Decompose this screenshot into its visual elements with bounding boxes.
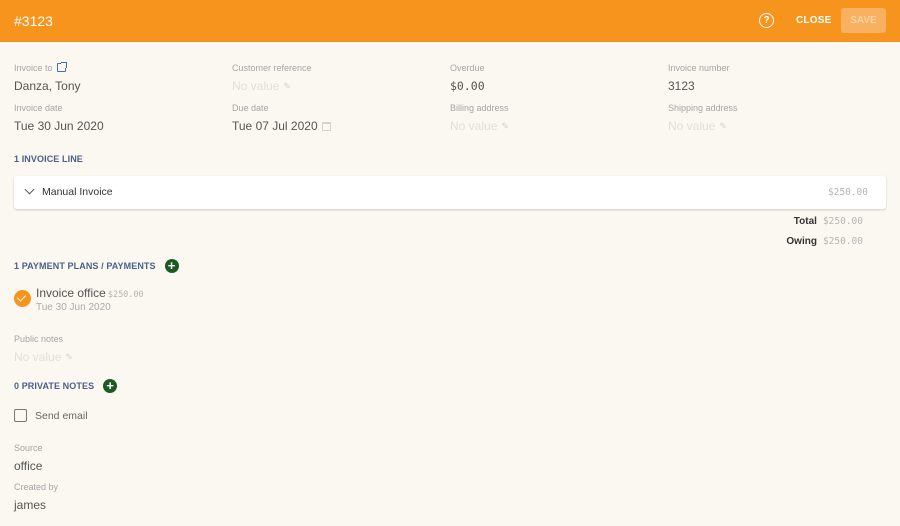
payment-date: Tue 30 Jun 2020 [36,302,111,313]
calendar-icon[interactable] [321,121,331,131]
check-circle-icon [14,290,31,307]
chevron-down-icon[interactable] [24,184,35,195]
due-date-value[interactable]: Tue 07 Jul 2020 [232,119,318,133]
shipping-address-label: Shipping address [668,102,738,113]
source-value: office [14,459,43,473]
customer-reference-label: Customer reference [232,62,312,73]
send-email-checkbox[interactable] [14,409,27,422]
shipping-address-field[interactable]: Shipping address No value ✎ [668,102,738,134]
owing-value: $250.00 [822,236,863,247]
invoice-to-value: Danza, Tony [14,79,81,93]
billing-address-value[interactable]: No value [450,119,497,133]
pencil-icon[interactable]: ✎ [65,352,74,362]
due-date-field[interactable]: Due date Tue 07 Jul 2020 [232,102,331,134]
pencil-icon[interactable]: ✎ [501,121,510,131]
invoice-number-label: Invoice number [668,62,730,73]
payment-amount: $250.00 [107,290,144,300]
invoice-date-field: Invoice date Tue 30 Jun 2020 [14,102,104,134]
invoice-lines-title: 1 INVOICE LINE [14,154,83,164]
created-by-value: james [14,498,47,512]
total-value: $250.00 [822,216,863,227]
billing-address-label: Billing address [450,102,509,113]
help-icon[interactable]: ? [759,13,774,28]
invoice-lines-heading: 1 INVOICE LINE [14,154,83,164]
private-notes-heading: 0 PRIVATE NOTES + [14,379,118,393]
invoice-line-amount: $250.00 [827,187,868,198]
invoice-to-field: Invoice to Danza, Tony [14,62,81,94]
overdue-field: Overdue $0.00 [450,62,485,94]
total-label: Total [793,216,817,227]
payments-heading: 1 PAYMENT PLANS / PAYMENTS + [14,259,179,273]
customer-reference-value[interactable]: No value [232,79,279,93]
pencil-icon[interactable]: ✎ [283,81,292,91]
overdue-label: Overdue [450,62,485,73]
send-email-option[interactable]: Send email [14,409,88,422]
total-row: Total $250.00 [794,216,863,227]
owing-row: Owing $250.00 [786,236,863,247]
customer-reference-field[interactable]: Customer reference No value ✎ [232,62,312,94]
source-label: Source [14,442,43,453]
invoice-date-value: Tue 30 Jun 2020 [14,119,104,133]
invoice-to-label: Invoice to [14,62,53,73]
created-by-field: Created by james [14,481,58,513]
created-by-label: Created by [14,481,59,492]
invoice-line-row[interactable]: Manual Invoice $250.00 [14,176,886,209]
send-email-label: Send email [35,409,88,422]
pencil-icon[interactable]: ✎ [719,121,728,131]
add-private-note-button[interactable]: + [103,379,118,393]
invoice-date-label: Invoice date [14,102,63,113]
payment-title: Invoice office [36,286,106,300]
invoice-line-name: Manual Invoice [42,186,113,198]
page-title: #3123 [14,13,53,29]
owing-label: Owing [786,236,817,247]
shipping-address-value[interactable]: No value [668,119,715,133]
add-payment-button[interactable]: + [164,259,179,273]
source-field: Source office [14,442,43,474]
open-external-icon[interactable] [56,62,67,72]
invoice-number-field: Invoice number 3123 [668,62,730,94]
close-button[interactable]: CLOSE [796,15,831,26]
header-bar: #3123 ? CLOSE SAVE [0,0,900,42]
billing-address-field[interactable]: Billing address No value ✎ [450,102,510,134]
private-notes-title: 0 PRIVATE NOTES [14,381,95,391]
payments-title: 1 PAYMENT PLANS / PAYMENTS [14,261,156,271]
overdue-value: $0.00 [450,79,485,93]
save-button[interactable]: SAVE [841,8,886,33]
due-date-label: Due date [232,102,269,113]
public-notes-value[interactable]: No value [14,350,61,364]
public-notes-label: Public notes [14,333,64,344]
invoice-number-value: 3123 [668,79,695,93]
public-notes-field[interactable]: Public notes No value ✎ [14,333,74,365]
